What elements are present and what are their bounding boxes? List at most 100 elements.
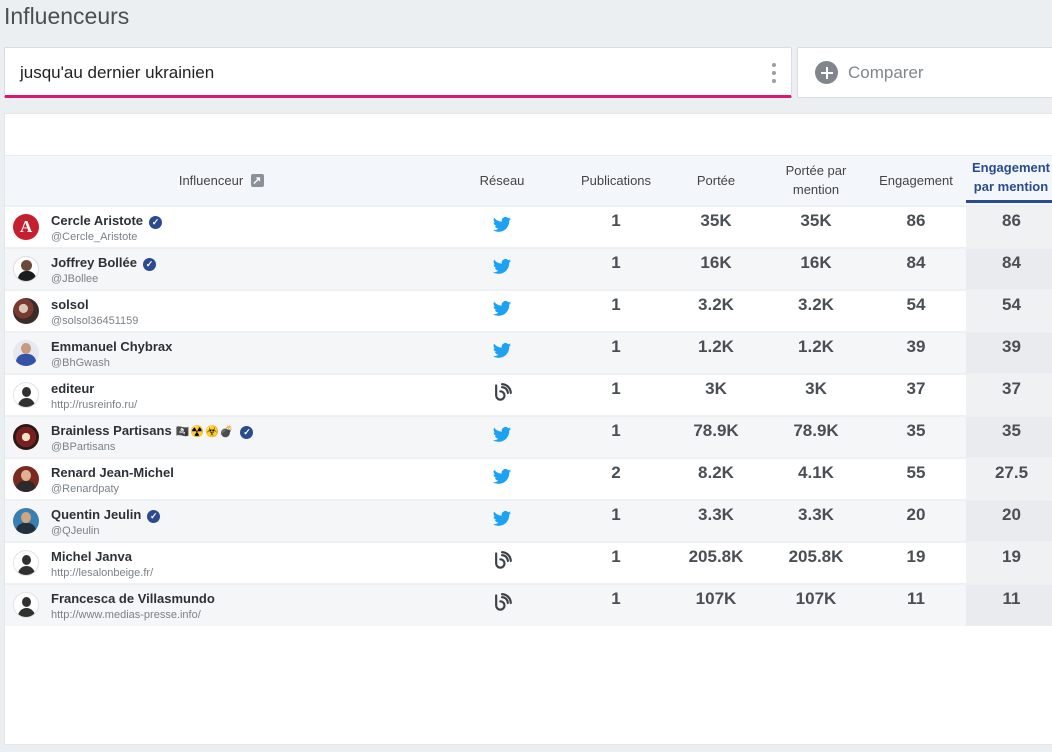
influencer-name[interactable]: solsol [51,297,89,312]
col-engagement-per-mention[interactable]: Engagement par mention↓ [966,155,1052,206]
avatar[interactable] [13,381,39,408]
influencers-table: Influenceur Réseau Publications Portée P… [5,155,1052,626]
engagement-cell: 54 [866,288,966,332]
col-engagement[interactable]: Engagement [866,155,966,206]
table-row[interactable]: Emmanuel Chybrax @BhGwash 1 1.2K 1.2K 39 39 [5,330,1052,374]
influencer-name-wrap[interactable]: Brainless Partisans 🏴‍☠️☢️☣️💣 ✓ [51,423,254,439]
reach-per-mention-cell: 1.2K [766,330,866,374]
engagement-per-mention-cell: 19 [966,540,1052,584]
influencer-name-wrap[interactable]: Michel Janva [51,549,132,564]
publications-cell: 1 [566,204,666,248]
influencer-name[interactable]: Francesca de Villasmundo [51,591,215,606]
col-publications[interactable]: Publications [566,155,666,206]
influencer-name-wrap[interactable]: Francesca de Villasmundo [51,591,215,606]
influencer-name[interactable]: Quentin Jeulin [51,507,141,522]
avatar[interactable] [13,465,39,492]
publications-cell: 1 [566,414,666,458]
avatar[interactable] [13,423,39,450]
influencer-cell: Joffrey Bollée ✓ @JBollee [5,246,438,290]
network-cell [438,204,566,248]
compare-button[interactable]: Comparer [797,47,1052,98]
col-influencer[interactable]: Influenceur [5,155,438,206]
influencer-name-wrap[interactable]: editeur [51,381,94,396]
col-network[interactable]: Réseau [438,155,566,206]
network-cell [438,456,566,500]
query-menu-icon[interactable] [771,63,777,83]
query-selector[interactable]: jusqu'au dernier ukrainien [4,47,792,98]
influencer-cell: Emmanuel Chybrax @BhGwash [5,330,438,374]
name-emojis: 🏴‍☠️☢️☣️💣 [175,425,235,438]
reach-cell: 8.2K [666,456,766,500]
engagement-cell: 35 [866,414,966,458]
engagement-cell: 19 [866,540,966,584]
engagement-per-mention-cell: 54 [966,288,1052,332]
influencer-name[interactable]: Cercle Aristote [51,213,143,228]
reach-per-mention-cell: 3.2K [766,288,866,332]
influencer-name[interactable]: Michel Janva [51,549,132,564]
influencer-handle[interactable]: @solsol36451159 [51,315,138,327]
influencer-name[interactable]: Joffrey Bollée [51,255,137,270]
influencer-handle[interactable]: @JBollee [51,273,98,285]
influencer-name[interactable]: editeur [51,381,94,396]
add-circle-icon [815,61,838,84]
avatar[interactable] [13,507,39,534]
influencer-cell: Brainless Partisans 🏴‍☠️☢️☣️💣 ✓ @BPartisans [5,414,438,458]
table-row[interactable]: Quentin Jeulin ✓ @QJeulin 1 3.3K 3.3K 20 20 [5,498,1052,542]
table-row[interactable]: Francesca de Villasmundo http://www.media… [5,582,1052,626]
avatar[interactable] [13,297,39,324]
influencer-cell: editeur http://rusreinfo.ru/ [5,372,438,416]
avatar[interactable] [13,549,39,576]
table-row[interactable]: Cercle Aristote✓@Cercle_Aristote135K35K8… [5,204,1052,248]
engagement-per-mention-cell: 37 [966,372,1052,416]
table-row[interactable]: Joffrey Bollée ✓ @JBollee 1 16K 16K 84 84 [5,246,1052,290]
influencer-name[interactable]: Renard Jean-Michel [51,465,174,480]
influencer-name-wrap[interactable]: Quentin Jeulin ✓ [51,507,161,523]
twitter-icon [491,425,513,445]
publications-cell: 2 [566,456,666,500]
reach-cell: 16K [666,246,766,290]
influencer-cell: Michel Janva http://lesalonbeige.fr/ [5,540,438,584]
avatar[interactable] [13,255,39,282]
avatar[interactable] [13,339,39,366]
table-row[interactable]: editeur http://rusreinfo.ru/1 3K 3K 37 37 [5,372,1052,416]
table-row[interactable]: Brainless Partisans 🏴‍☠️☢️☣️💣 ✓ @BPartisans… [5,414,1052,458]
influencer-handle[interactable]: @QJeulin [51,525,99,537]
avatar[interactable] [13,591,39,618]
twitter-icon [491,509,513,529]
col-reach[interactable]: Portée [666,155,766,206]
external-link-icon[interactable] [251,172,265,191]
reach-cell: 3.2K [666,288,766,332]
influencer-handle[interactable]: http://lesalonbeige.fr/ [51,567,153,579]
influencer-handle[interactable]: @BPartisans [51,441,115,453]
table-row[interactable]: Michel Janva http://lesalonbeige.fr/1 205.… [5,540,1052,584]
influencer-name-wrap[interactable]: solsol [51,297,89,312]
reach-per-mention-cell: 4.1K [766,456,866,500]
influencer-handle[interactable]: http://rusreinfo.ru/ [51,399,137,411]
influencers-panel: Influenceur Réseau Publications Portée P… [4,113,1052,745]
influencer-handle[interactable]: @BhGwash [51,357,110,369]
verified-badge-icon: ✓ [142,257,156,271]
influencer-name[interactable]: Emmanuel Chybrax [51,339,172,354]
twitter-icon [491,467,513,487]
engagement-per-mention-cell: 35 [966,414,1052,458]
publications-cell: 1 [566,330,666,374]
influencer-handle[interactable]: @Cercle_Aristote [51,231,137,243]
twitter-icon [491,299,513,319]
engagement-cell: 55 [866,456,966,500]
avatar[interactable] [13,213,39,240]
engagement-cell: 20 [866,498,966,542]
page-title: Influenceurs [4,3,130,29]
blog-icon [491,550,513,571]
influencer-name-wrap[interactable]: Renard Jean-Michel [51,465,174,480]
influencer-handle[interactable]: http://www.medias-presse.info/ [51,609,201,621]
influencer-handle[interactable]: @Renardpaty [51,483,119,495]
col-reach-per-mention[interactable]: Portée par mention [766,155,866,206]
influencer-name-wrap[interactable]: Cercle Aristote ✓ [51,213,162,229]
table-row[interactable]: Renard Jean-Michel @Renardpaty 2 8.2K 4.1K 55… [5,456,1052,500]
table-row[interactable]: solsol @solsol36451159 1 3.2K 3.2K 54 54 [5,288,1052,332]
network-cell [438,288,566,332]
reach-cell: 205.8K [666,540,766,584]
influencer-name-wrap[interactable]: Emmanuel Chybrax [51,339,172,354]
influencer-name-wrap[interactable]: Joffrey Bollée ✓ [51,255,156,271]
influencer-name[interactable]: Brainless Partisans [51,423,172,438]
